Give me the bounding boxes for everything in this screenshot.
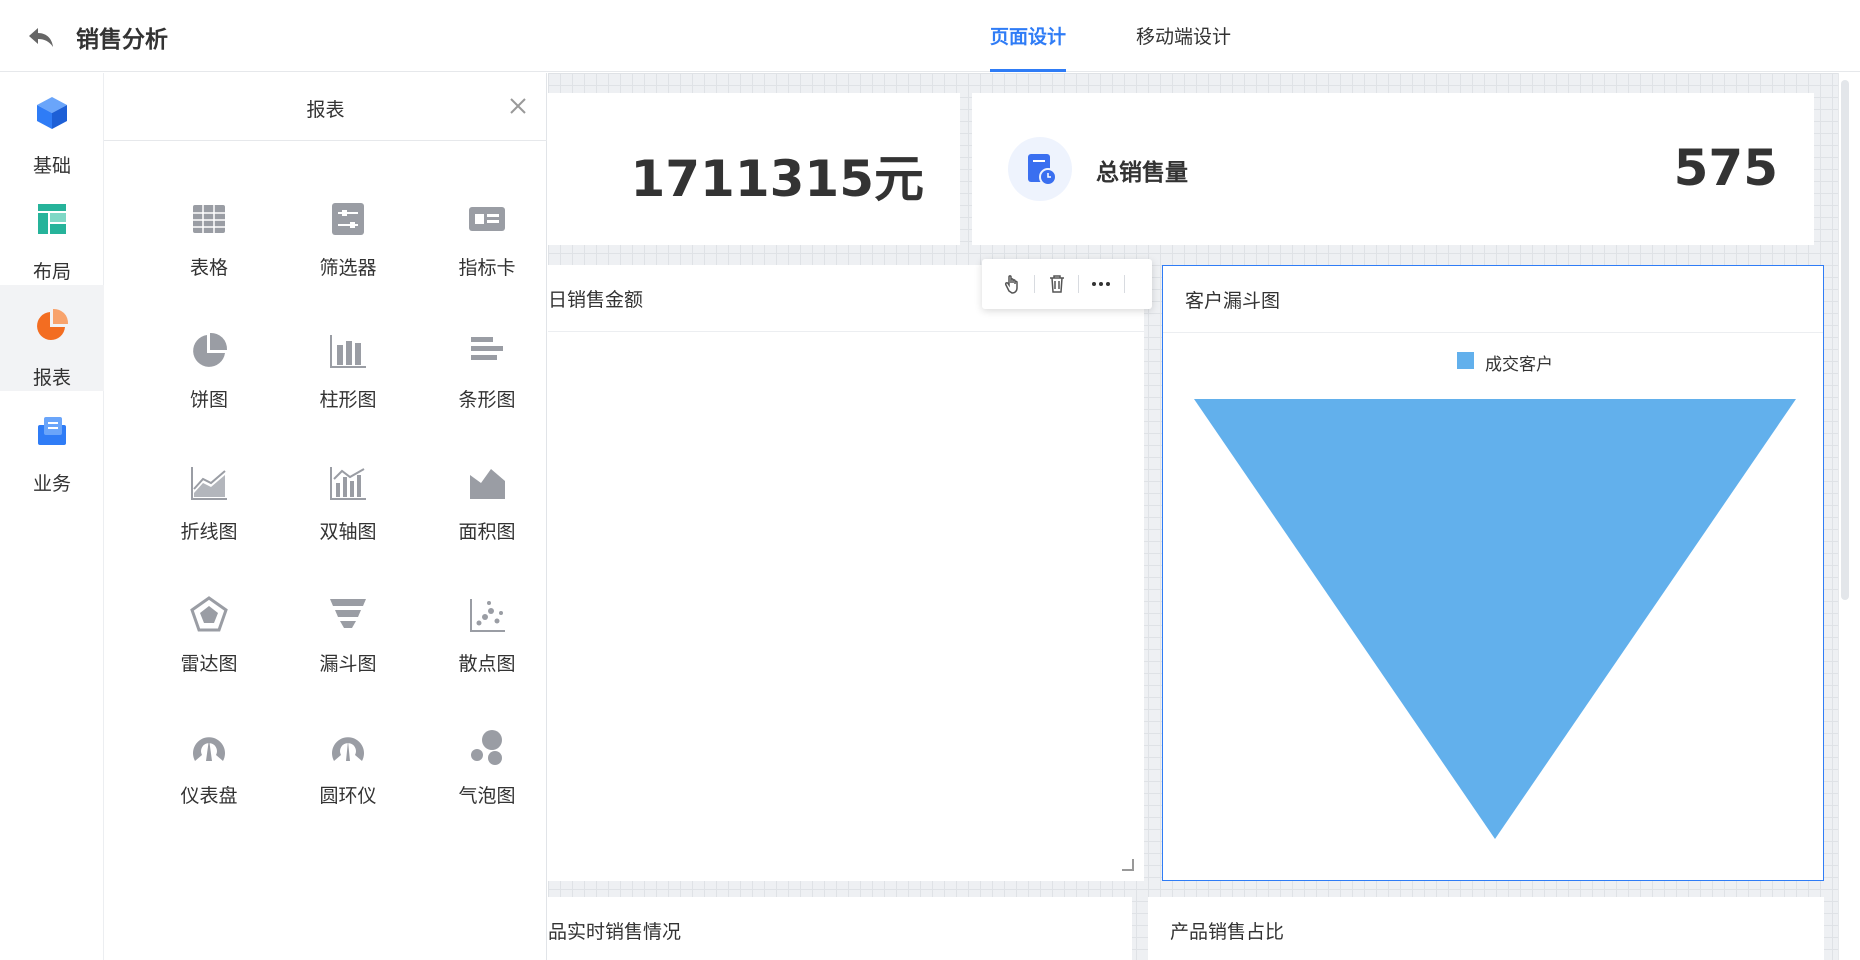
radar-chart-icon: [190, 596, 228, 632]
nav-label: 业务: [32, 473, 71, 495]
component-label: 气泡图: [458, 785, 516, 807]
nav-label: 布局: [32, 261, 71, 283]
scrollbar-thumb[interactable]: [1841, 80, 1849, 600]
indicator-card-icon: [469, 207, 505, 231]
chart-card-realtime-sales[interactable]: 品实时销售情况: [548, 897, 1132, 960]
nav-label: 基础: [32, 155, 71, 177]
filter-icon: [332, 203, 364, 235]
funnel-chart: [1194, 399, 1796, 839]
card-divider: [548, 331, 1144, 332]
component-area-chart[interactable]: 面积图: [417, 463, 557, 573]
chart-card-customer-funnel[interactable]: 客户漏斗图 成交客户: [1162, 265, 1824, 881]
bar-chart-icon: [471, 337, 503, 360]
hand-drag-icon[interactable]: [1000, 271, 1026, 297]
kpi-icon-bg: [1008, 137, 1072, 201]
component-scatter[interactable]: 散点图: [417, 595, 557, 705]
area-chart-icon: [470, 469, 505, 499]
cube-icon: [37, 97, 67, 129]
column-chart-icon: [330, 335, 366, 368]
more-icon[interactable]: [1088, 271, 1114, 297]
component-filter[interactable]: 筛选器: [278, 199, 418, 309]
component-label: 指标卡: [458, 257, 516, 279]
table-icon: [193, 205, 225, 233]
toolbar-separator: [1034, 275, 1035, 293]
component-ring-gauge[interactable]: 圆环仪: [278, 727, 418, 837]
component-label: 筛选器: [319, 257, 377, 279]
bubble-icon: [471, 730, 502, 765]
component-pie[interactable]: 饼图: [139, 331, 279, 441]
nav-item-report[interactable]: 报表: [0, 285, 104, 391]
panel-header: 报表: [104, 73, 547, 141]
line-chart-icon: [191, 467, 227, 500]
pie-icon: [193, 332, 228, 367]
nav-label: 报表: [32, 367, 71, 389]
kpi-card-total-sales[interactable]: 总销售量 575: [972, 93, 1814, 245]
component-label: 表格: [189, 257, 228, 279]
chart-card-daily-sales[interactable]: 日销售金额: [548, 259, 1152, 881]
component-radar-chart[interactable]: 雷达图: [139, 595, 279, 705]
toolbar-separator: [1124, 275, 1125, 293]
component-label: 面积图: [458, 521, 516, 543]
card-title: 产品销售占比: [1170, 921, 1285, 943]
dual-axis-icon: [330, 467, 366, 500]
component-bar-chart[interactable]: 条形图: [417, 331, 557, 441]
card-title: 日销售金额: [548, 289, 644, 311]
gauge-icon: [193, 737, 225, 761]
close-icon[interactable]: [507, 95, 529, 117]
component-funnel[interactable]: 漏斗图: [278, 595, 418, 705]
left-nav-rail: 基础 布局 报表 业务: [0, 73, 104, 960]
kpi-value: 1711315元: [630, 150, 924, 208]
component-label: 柱形图: [319, 389, 377, 411]
pie-chart-icon: [37, 308, 69, 340]
component-label: 双轴图: [319, 521, 377, 543]
document-clock-icon: [1028, 154, 1057, 186]
component-table[interactable]: 表格: [139, 199, 279, 309]
component-column-chart[interactable]: 柱形图: [278, 331, 418, 441]
component-label: 散点图: [458, 653, 516, 675]
card-title: 品实时销售情况: [548, 921, 682, 943]
component-label: 圆环仪: [319, 785, 377, 807]
briefcase-icon: [38, 417, 66, 445]
resize-handle[interactable]: [1122, 859, 1134, 871]
component-label: 仪表盘: [180, 785, 238, 807]
undo-arrow-icon: [29, 28, 53, 47]
component-label: 饼图: [189, 389, 228, 411]
component-label: 折线图: [180, 521, 238, 543]
kpi-card-sales-amount[interactable]: 1711315元: [548, 93, 960, 245]
funnel-segment[interactable]: [1194, 399, 1796, 839]
funnel-icon: [330, 599, 366, 628]
top-header: 销售分析 页面设计 移动端设计: [0, 0, 1860, 72]
component-dual-axis[interactable]: 双轴图: [278, 463, 418, 573]
kpi-value: 575: [1673, 139, 1778, 197]
component-bubble[interactable]: 气泡图: [417, 727, 557, 837]
layout-icon: [38, 204, 66, 234]
trash-icon[interactable]: [1044, 271, 1070, 297]
nav-item-basic[interactable]: 基础: [0, 73, 104, 179]
component-label: 雷达图: [180, 653, 238, 675]
scatter-icon: [470, 599, 505, 632]
page-title: 销售分析: [76, 27, 168, 53]
design-canvas[interactable]: 1711315元 总销售量 575 日销售金额 客户漏斗图 成交客户 品实时销售…: [548, 73, 1838, 960]
tab-mobile-design[interactable]: 移动端设计: [1136, 22, 1231, 72]
ring-gauge-icon: [332, 737, 364, 761]
component-indicator-card[interactable]: 指标卡: [417, 199, 557, 309]
panel-title: 报表: [306, 99, 345, 121]
kpi-label: 总销售量: [1096, 160, 1188, 186]
tab-page-design[interactable]: 页面设计: [990, 22, 1067, 72]
component-line-chart[interactable]: 折线图: [139, 463, 279, 573]
card-toolbar: [982, 259, 1152, 309]
chart-card-product-share[interactable]: 产品销售占比: [1148, 897, 1824, 960]
nav-item-business[interactable]: 业务: [0, 391, 104, 497]
component-label: 条形图: [458, 389, 516, 411]
component-label: 漏斗图: [319, 653, 377, 675]
component-gauge[interactable]: 仪表盘: [139, 727, 279, 837]
toolbar-separator: [1078, 275, 1079, 293]
back-button[interactable]: [26, 22, 56, 52]
component-panel: 报表 表格 筛选器 指标卡 饼图 柱形图 条形图 折线图 双轴图 面积图 雷达图…: [104, 73, 547, 960]
nav-item-layout[interactable]: 布局: [0, 179, 104, 285]
